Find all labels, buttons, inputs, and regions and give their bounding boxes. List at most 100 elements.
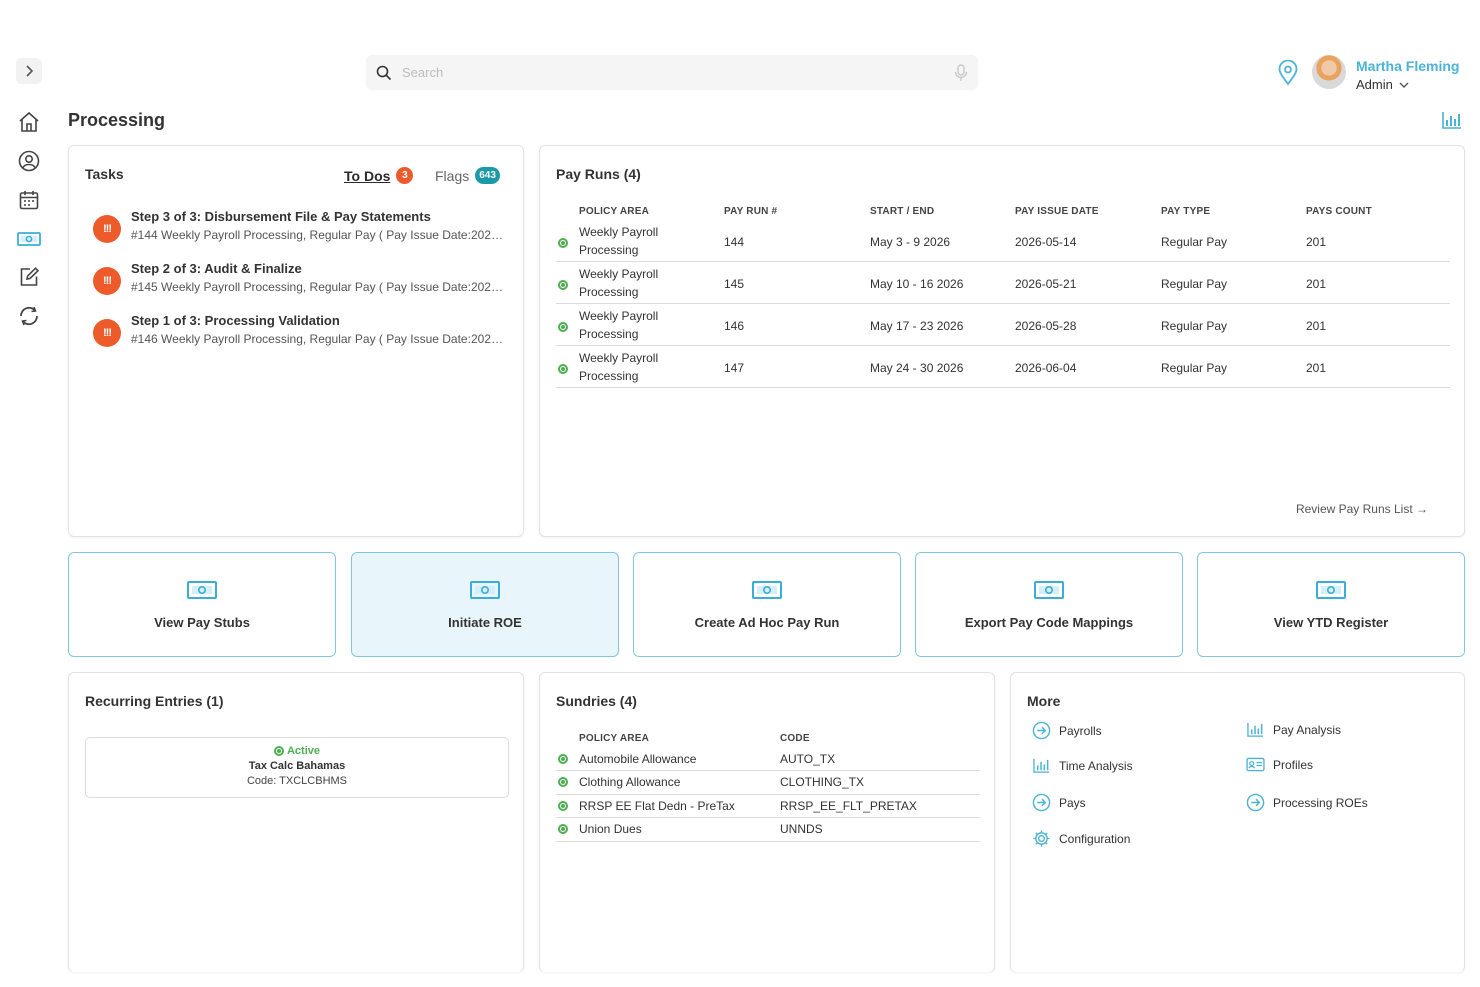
pay-runs-title: Pay Runs (4) bbox=[556, 166, 641, 182]
table-row[interactable]: Automobile Allowance AUTO_TX bbox=[556, 748, 980, 771]
status-dot-icon bbox=[558, 364, 568, 374]
pay-run-number: 145 bbox=[724, 277, 745, 291]
edit-icon[interactable] bbox=[16, 264, 42, 290]
pay-run-number: 144 bbox=[724, 235, 745, 249]
pay-type: Regular Pay bbox=[1161, 277, 1228, 291]
chevron-down-icon bbox=[1399, 82, 1409, 88]
task-subtitle: #146 Weekly Payroll Processing, Regular … bbox=[131, 332, 503, 346]
more-item-label: Pays bbox=[1059, 795, 1086, 810]
calendar-icon[interactable] bbox=[16, 187, 42, 213]
policy-area: Processing bbox=[579, 285, 639, 299]
task-item[interactable]: !!! Step 3 of 3: Disbursement File & Pay… bbox=[93, 209, 513, 249]
policy-area: Union Dues bbox=[579, 822, 642, 836]
user-role-dropdown[interactable]: Admin bbox=[1356, 77, 1409, 92]
microphone-icon[interactable] bbox=[954, 63, 968, 82]
task-title: Step 2 of 3: Audit & Finalize bbox=[131, 261, 302, 276]
view-ytd-register-button[interactable]: View YTD Register bbox=[1197, 552, 1465, 657]
search-input[interactable] bbox=[402, 65, 954, 80]
status-dot-icon bbox=[558, 322, 568, 332]
tab-todos-label: To Dos bbox=[344, 167, 391, 184]
arrow-circle-icon bbox=[1246, 793, 1265, 812]
column-header: PAY TYPE bbox=[1161, 206, 1211, 217]
more-item-pays[interactable]: Pays bbox=[1032, 793, 1086, 812]
bar-chart-icon[interactable] bbox=[1441, 110, 1463, 135]
more-item-label: Configuration bbox=[1059, 831, 1131, 846]
tile-label: Create Ad Hoc Pay Run bbox=[694, 615, 840, 630]
start-end: May 3 - 9 2026 bbox=[870, 235, 951, 249]
tile-label: View Pay Stubs bbox=[154, 615, 250, 630]
location-icon[interactable] bbox=[1277, 59, 1299, 91]
id-card-icon bbox=[1246, 757, 1265, 772]
entry-name: Tax Calc Bahamas bbox=[248, 760, 346, 772]
page-title: Processing bbox=[68, 110, 166, 130]
more-item-configuration[interactable]: Configuration bbox=[1032, 829, 1130, 848]
todos-count-badge: 3 bbox=[396, 167, 414, 184]
pay-issue-date: 2026-05-14 bbox=[1015, 235, 1077, 249]
table-row[interactable]: Weekly Payroll Processing 144 May 3 - 9 … bbox=[556, 220, 1450, 262]
money-icon[interactable] bbox=[16, 226, 42, 252]
policy-area: Processing bbox=[579, 243, 639, 257]
sync-icon[interactable] bbox=[16, 303, 42, 329]
arrow-circle-icon bbox=[1032, 721, 1051, 740]
status-dot-icon bbox=[558, 754, 568, 764]
pays-count: 201 bbox=[1306, 319, 1327, 333]
task-item[interactable]: !!! Step 1 of 3: Processing Validation #… bbox=[93, 313, 513, 353]
table-row[interactable]: Clothing Allowance CLOTHING_TX bbox=[556, 771, 980, 795]
money-icon bbox=[752, 581, 782, 599]
search-bar[interactable] bbox=[366, 55, 978, 90]
table-row[interactable]: Weekly Payroll Processing 146 May 17 - 2… bbox=[556, 304, 1450, 346]
more-item-time-analysis[interactable]: Time Analysis bbox=[1032, 757, 1133, 774]
pay-run-number: 147 bbox=[724, 361, 745, 375]
user-circle-icon[interactable] bbox=[16, 148, 42, 174]
task-item[interactable]: !!! Step 2 of 3: Audit & Finalize #145 W… bbox=[93, 261, 513, 301]
column-header: PAY RUN # bbox=[724, 206, 778, 217]
alert-icon: !!! bbox=[93, 215, 121, 243]
start-end: May 10 - 16 2026 bbox=[870, 277, 964, 291]
more-item-processing-roes[interactable]: Processing ROEs bbox=[1246, 793, 1368, 812]
recurring-entry[interactable]: Active Tax Calc Bahamas Code: TXCLCBHMS bbox=[85, 737, 509, 798]
create-ad-hoc-pay-run-button[interactable]: Create Ad Hoc Pay Run bbox=[633, 552, 901, 657]
sundries-card: Sundries (4) POLICY AREA CODE Automobile… bbox=[539, 672, 995, 972]
pay-type: Regular Pay bbox=[1161, 235, 1228, 249]
more-card: More Payrolls Pay Analysis Time Analysis… bbox=[1010, 672, 1465, 972]
table-row[interactable]: RRSP EE Flat Dedn - PreTax RRSP_EE_FLT_P… bbox=[556, 795, 980, 818]
pay-issue-date: 2026-06-04 bbox=[1015, 361, 1077, 375]
alert-icon: !!! bbox=[93, 267, 121, 295]
home-icon[interactable] bbox=[16, 109, 42, 135]
pays-count: 201 bbox=[1306, 277, 1327, 291]
pays-count: 201 bbox=[1306, 361, 1327, 375]
recurring-title: Recurring Entries (1) bbox=[85, 693, 224, 709]
table-row[interactable]: Weekly Payroll Processing 147 May 24 - 3… bbox=[556, 346, 1450, 388]
money-icon bbox=[1034, 581, 1064, 599]
policy-area: Weekly Payroll bbox=[579, 225, 659, 239]
more-item-pay-analysis[interactable]: Pay Analysis bbox=[1246, 721, 1341, 738]
avatar[interactable] bbox=[1312, 55, 1346, 89]
tasks-title: Tasks bbox=[85, 166, 124, 182]
export-pay-code-mappings-button[interactable]: Export Pay Code Mappings bbox=[915, 552, 1183, 657]
task-subtitle: #144 Weekly Payroll Processing, Regular … bbox=[131, 228, 503, 242]
column-header: POLICY AREA bbox=[579, 733, 649, 744]
policy-area: Processing bbox=[579, 327, 639, 341]
user-name[interactable]: Martha Fleming bbox=[1356, 58, 1459, 74]
user-role: Admin bbox=[1356, 77, 1393, 92]
view-pay-stubs-button[interactable]: View Pay Stubs bbox=[68, 552, 336, 657]
table-row[interactable]: Weekly Payroll Processing 145 May 10 - 1… bbox=[556, 262, 1450, 304]
pay-issue-date: 2026-05-21 bbox=[1015, 277, 1077, 291]
search-icon bbox=[376, 65, 392, 80]
review-pay-runs-link[interactable]: Review Pay Runs List → bbox=[1296, 502, 1428, 516]
sidebar-expand-button[interactable] bbox=[16, 58, 42, 84]
chevron-right-icon bbox=[26, 65, 34, 77]
tab-flags[interactable]: Flags 643 bbox=[435, 167, 500, 184]
more-item-payrolls[interactable]: Payrolls bbox=[1032, 721, 1102, 740]
more-item-profiles[interactable]: Profiles bbox=[1246, 757, 1313, 772]
policy-area: Automobile Allowance bbox=[579, 752, 697, 766]
pay-type: Regular Pay bbox=[1161, 319, 1228, 333]
status-dot-icon bbox=[558, 777, 568, 787]
tab-todos[interactable]: To Dos 3 bbox=[344, 167, 414, 184]
table-row[interactable]: Union Dues UNNDS bbox=[556, 818, 980, 842]
money-icon bbox=[187, 581, 217, 599]
status-dot-icon bbox=[558, 238, 568, 248]
initiate-roe-button[interactable]: Initiate ROE bbox=[351, 552, 619, 657]
policy-area: Processing bbox=[579, 369, 639, 383]
code: UNNDS bbox=[780, 822, 823, 836]
